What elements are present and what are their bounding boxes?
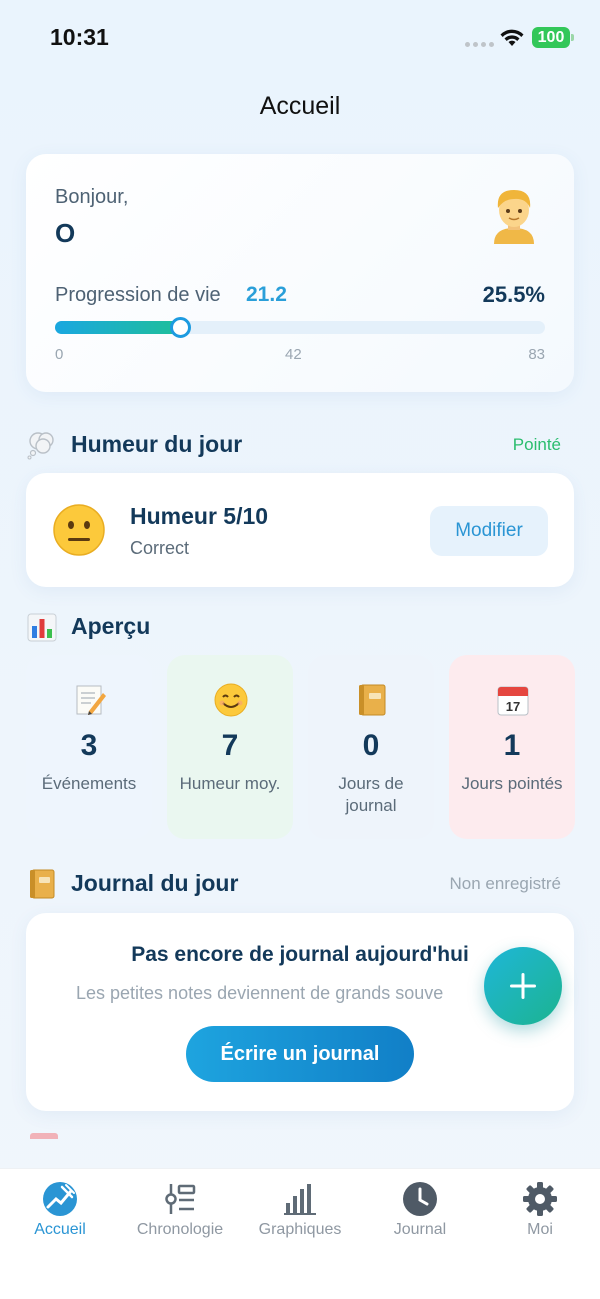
progress-knob	[169, 317, 191, 338]
neutral-face-icon	[53, 504, 105, 556]
progress-label: Progression de vie	[55, 284, 221, 306]
mood-description: Correct	[130, 538, 190, 558]
thought-bubble-icon	[27, 432, 54, 460]
smile-icon	[214, 683, 248, 717]
home-chart-icon	[43, 1182, 77, 1216]
journal-section-title: Journal du jour	[71, 870, 239, 896]
tab-home[interactable]: Accueil	[0, 1181, 120, 1241]
wifi-icon	[500, 29, 524, 46]
stat-checked-days-label: Jours pointés	[461, 774, 563, 793]
scale-max: 83	[528, 346, 545, 363]
progress-percent: 25.5%	[482, 282, 545, 307]
page-title: Accueil	[259, 92, 341, 120]
gear-icon	[523, 1182, 557, 1216]
mood-section-title: Humeur du jour	[71, 431, 243, 457]
notebook-icon	[30, 869, 55, 899]
avatar-person-icon[interactable]	[484, 184, 544, 244]
journal-card: Pas encore de journal aujourd'hui Les pe…	[26, 913, 574, 1111]
stat-events[interactable]: 3 Événements	[26, 655, 152, 839]
tab-home-label: Accueil	[34, 1221, 86, 1238]
timeline-icon	[165, 1184, 196, 1214]
scale-min: 0	[55, 346, 64, 363]
tab-me[interactable]: Moi	[480, 1181, 600, 1241]
overview-section-header: Aperçu	[26, 609, 574, 645]
status-bar: 10:31 100	[0, 0, 600, 80]
stat-average-mood-label: Humeur moy.	[179, 774, 281, 793]
stat-events-value: 3	[80, 729, 98, 762]
progress-value: 21.2	[246, 283, 287, 306]
signal-icon	[465, 42, 494, 47]
stat-journal-days-label: Jours de journal	[338, 774, 404, 815]
tab-me-label: Moi	[527, 1221, 553, 1238]
clock-icon	[403, 1182, 437, 1216]
tab-bar: Accueil Chronologie Graphiques Journal M…	[0, 1168, 600, 1299]
journal-section-header: Journal du jour Non enregistré	[26, 866, 574, 902]
stat-checked-days[interactable]: 17 1 Jours pointés	[449, 655, 575, 839]
stat-checked-days-value: 1	[503, 729, 521, 762]
journal-empty-hint: Les petites notes deviennent de grands s…	[76, 983, 444, 1003]
mood-score: Humeur 5/10	[130, 503, 269, 529]
tab-journal[interactable]: Journal	[360, 1181, 480, 1241]
overview-section-title: Aperçu	[71, 613, 151, 639]
life-progress-bar	[55, 317, 545, 338]
mood-card: Humeur 5/10 Correct Modifier	[26, 473, 574, 587]
greeting-text: Bonjour,	[55, 186, 129, 208]
tab-timeline-label: Chronologie	[136, 1221, 224, 1238]
stat-events-label: Événements	[41, 774, 137, 793]
progress-fill	[55, 321, 180, 334]
tab-charts[interactable]: Graphiques	[240, 1181, 360, 1241]
tab-timeline[interactable]: Chronologie	[120, 1181, 240, 1241]
next-section-icon-peek	[30, 1133, 58, 1139]
mood-section-header: Humeur du jour Pointé	[26, 427, 574, 463]
modify-mood-button[interactable]: Modifier	[430, 506, 548, 556]
stat-journal-days-value: 0	[362, 729, 380, 762]
bar-chart-emoji-icon	[27, 613, 57, 642]
plus-icon	[510, 973, 536, 999]
stat-journal-days[interactable]: 0 Jours de journal	[308, 655, 434, 839]
battery-indicator: 100	[532, 27, 574, 48]
stat-average-mood-value: 7	[221, 729, 239, 762]
add-floating-button[interactable]	[484, 947, 562, 1025]
user-name: O	[55, 218, 76, 248]
write-journal-button[interactable]: Écrire un journal	[186, 1026, 414, 1082]
status-time: 10:31	[50, 24, 109, 50]
tab-journal-label: Journal	[393, 1221, 447, 1238]
mood-status-badge: Pointé	[512, 435, 561, 454]
bar-chart-icon	[284, 1184, 316, 1215]
notebook-icon	[359, 684, 386, 716]
tab-charts-label: Graphiques	[258, 1221, 342, 1238]
svg-text:17: 17	[506, 699, 520, 714]
memo-icon	[76, 685, 106, 715]
calendar-icon: 17	[497, 686, 529, 716]
scale-mid: 42	[285, 346, 302, 363]
stat-average-mood[interactable]: 7 Humeur moy.	[167, 655, 293, 839]
life-progress-card: Bonjour, O Progression de vie 21.2 25.5%…	[26, 154, 574, 392]
journal-status-badge: Non enregistré	[449, 874, 561, 893]
